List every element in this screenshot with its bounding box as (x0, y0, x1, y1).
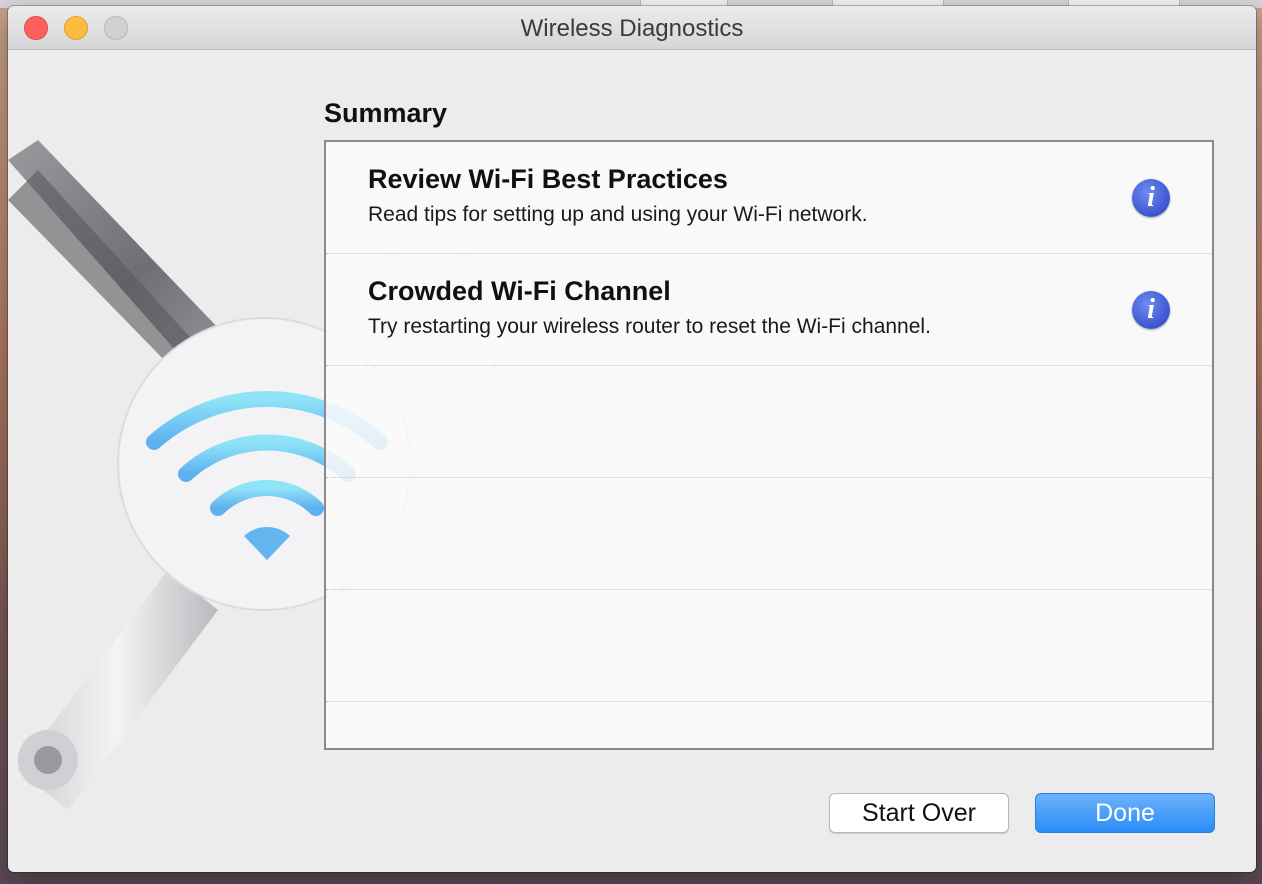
info-icon[interactable]: i (1132, 179, 1170, 217)
done-button[interactable]: Done (1035, 793, 1215, 833)
list-item[interactable]: Crowded Wi-Fi Channel Try restarting you… (326, 254, 1212, 366)
empty-list-row (326, 478, 1212, 590)
wireless-diagnostics-window: Wireless Diagnostics Summary Review Wi-F… (8, 6, 1256, 872)
list-item-description: Read tips for setting up and using your … (368, 203, 868, 226)
empty-list-row (326, 590, 1212, 702)
diagnostics-summary-list[interactable]: Review Wi-Fi Best Practices Read tips fo… (324, 140, 1214, 750)
list-item-title: Review Wi-Fi Best Practices (368, 164, 728, 194)
list-item-description: Try restarting your wireless router to r… (368, 315, 931, 338)
window-title: Wireless Diagnostics (520, 15, 744, 42)
empty-list-row (326, 366, 1212, 478)
summary-heading: Summary (324, 98, 448, 128)
list-item[interactable]: Review Wi-Fi Best Practices Read tips fo… (326, 142, 1212, 254)
title-bar[interactable]: Wireless Diagnostics (8, 6, 1256, 50)
list-item-title: Crowded Wi-Fi Channel (368, 276, 671, 306)
start-over-button[interactable]: Start Over (829, 793, 1009, 833)
info-icon[interactable]: i (1132, 291, 1170, 329)
